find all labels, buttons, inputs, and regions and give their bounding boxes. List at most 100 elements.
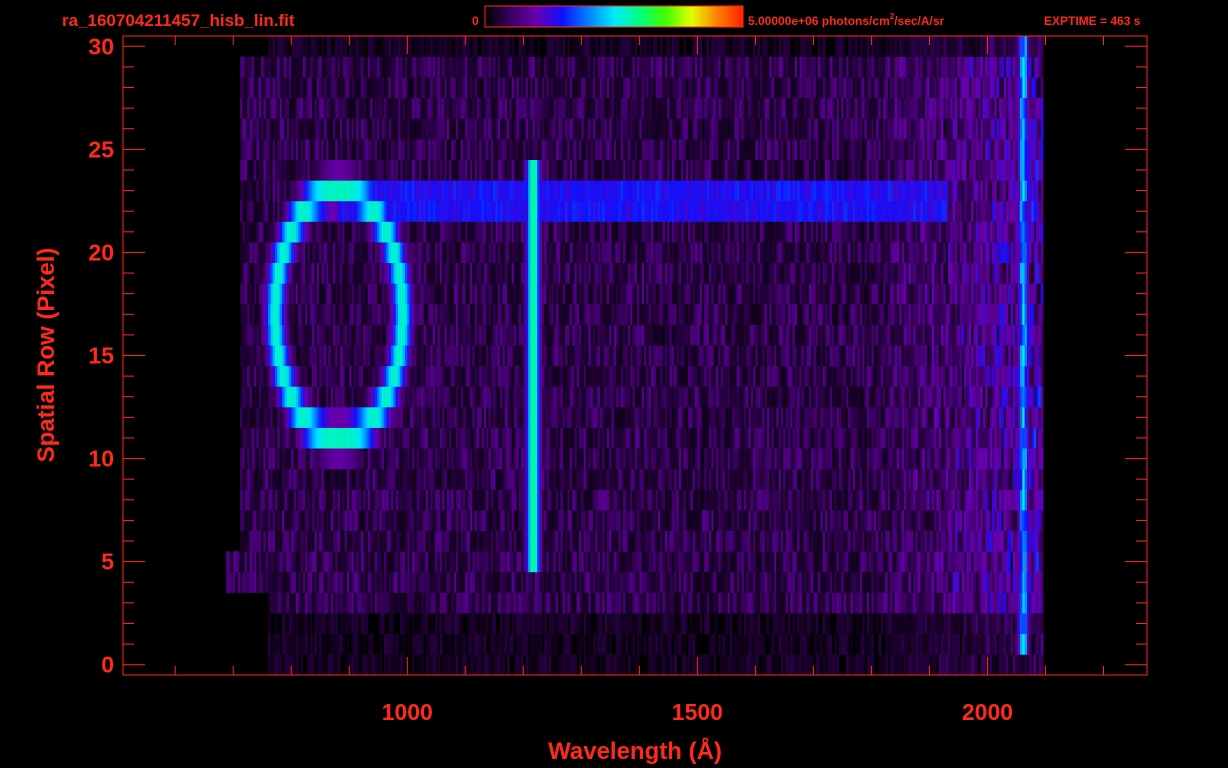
heatmap-cell (702, 407, 705, 428)
heatmap-cell (829, 551, 833, 573)
heatmap-cell (855, 468, 858, 490)
heatmap-cell (720, 427, 724, 449)
heatmap-cell (948, 427, 951, 449)
heatmap-cell (300, 654, 304, 675)
heatmap-cell (653, 407, 656, 428)
heatmap-cell (356, 448, 359, 470)
heatmap-cell (511, 448, 515, 470)
heatmap-cell (671, 613, 675, 635)
heatmap-cell (258, 365, 262, 387)
heatmap-cell (377, 468, 380, 490)
heatmap-cell (648, 633, 652, 655)
heatmap-cell (507, 571, 510, 593)
heatmap-cell (646, 510, 649, 532)
heatmap-cell (755, 551, 759, 573)
heatmap-cell (957, 592, 960, 614)
heatmap-cell (532, 530, 536, 552)
heatmap-cell (244, 510, 248, 532)
heatmap-cell (943, 654, 947, 675)
heatmap-cell (242, 448, 246, 470)
heatmap-cell (736, 365, 740, 387)
heatmap-cell (237, 571, 241, 593)
heatmap-cell (739, 633, 742, 655)
heatmap-cell (727, 551, 731, 573)
heatmap-cell (720, 489, 724, 511)
heatmap-cell (627, 427, 631, 449)
heatmap-cell (261, 345, 264, 367)
heatmap-cell (929, 613, 933, 635)
heatmap-cell (467, 633, 471, 655)
heatmap-cell (906, 654, 909, 675)
heatmap-cell (901, 427, 905, 449)
heatmap-cell (644, 551, 647, 573)
heatmap-cell (695, 427, 698, 449)
heatmap-cell (857, 654, 861, 675)
heatmap-cell (878, 427, 882, 449)
heatmap-cell (1010, 613, 1014, 635)
heatmap-cell (799, 551, 803, 573)
heatmap-cell (539, 468, 543, 490)
heatmap-cell (595, 592, 598, 614)
heatmap-cell (855, 407, 858, 428)
heatmap-cell (973, 489, 977, 511)
heatmap-cell (1036, 510, 1039, 532)
heatmap-cell (669, 551, 673, 573)
heatmap-cell (806, 510, 810, 532)
heatmap-cell (565, 633, 568, 655)
heatmap-cell (1010, 386, 1014, 408)
heatmap-cell (370, 530, 373, 552)
heatmap-cell (1031, 489, 1035, 511)
heatmap-cell (720, 386, 724, 408)
heatmap-cell (834, 407, 837, 428)
heatmap-cell (871, 427, 875, 449)
heatmap-cell (664, 407, 668, 428)
heatmap-cell (767, 468, 770, 490)
heatmap-cell (569, 427, 573, 449)
heatmap-cell (279, 571, 283, 593)
heatmap-cell (762, 633, 765, 655)
heatmap-cell (548, 365, 552, 387)
heatmap-cell (825, 592, 828, 614)
heatmap-cell (467, 407, 471, 428)
heatmap-cell (936, 571, 940, 593)
heatmap-cell (778, 530, 782, 552)
heatmap-cell (818, 530, 821, 552)
heatmap-cell (811, 510, 814, 532)
heatmap-cell (924, 654, 928, 675)
heatmap-cell (356, 654, 359, 675)
heatmap-cell (430, 592, 434, 614)
heatmap-cell (917, 427, 921, 449)
heatmap-cell (653, 654, 656, 675)
heatmap-cell (644, 633, 647, 655)
heatmap-cell (885, 510, 888, 532)
heatmap-cell (358, 530, 362, 552)
heatmap-cell (344, 510, 348, 532)
heatmap-cell (850, 407, 854, 428)
heatmap-cell (727, 613, 731, 635)
heatmap-cell (948, 468, 951, 490)
heatmap-cell (799, 468, 803, 490)
heatmap-cell (586, 654, 589, 675)
heatmap-cell (284, 613, 287, 635)
heatmap-cell (896, 592, 900, 614)
heatmap-cell (586, 365, 589, 387)
heatmap-cell (896, 530, 900, 552)
heatmap-cell (892, 592, 895, 614)
heatmap-cell (576, 448, 580, 470)
heatmap-cell (713, 551, 717, 573)
heatmap-cell (750, 633, 754, 655)
heatmap-cell (444, 407, 448, 428)
heatmap-cell (328, 633, 332, 655)
heatmap-cell (254, 551, 257, 573)
heatmap-cell (379, 448, 383, 470)
heatmap-cell (560, 427, 564, 449)
heatmap-cell (565, 571, 568, 593)
heatmap-cell (565, 654, 568, 675)
heatmap-cell (314, 386, 318, 408)
heatmap-cell (314, 510, 318, 532)
heatmap-cell (774, 386, 777, 408)
heatmap-cell (516, 489, 520, 511)
heatmap-cell (611, 407, 615, 428)
heatmap-cell (639, 448, 643, 470)
heatmap-cell (876, 407, 879, 428)
